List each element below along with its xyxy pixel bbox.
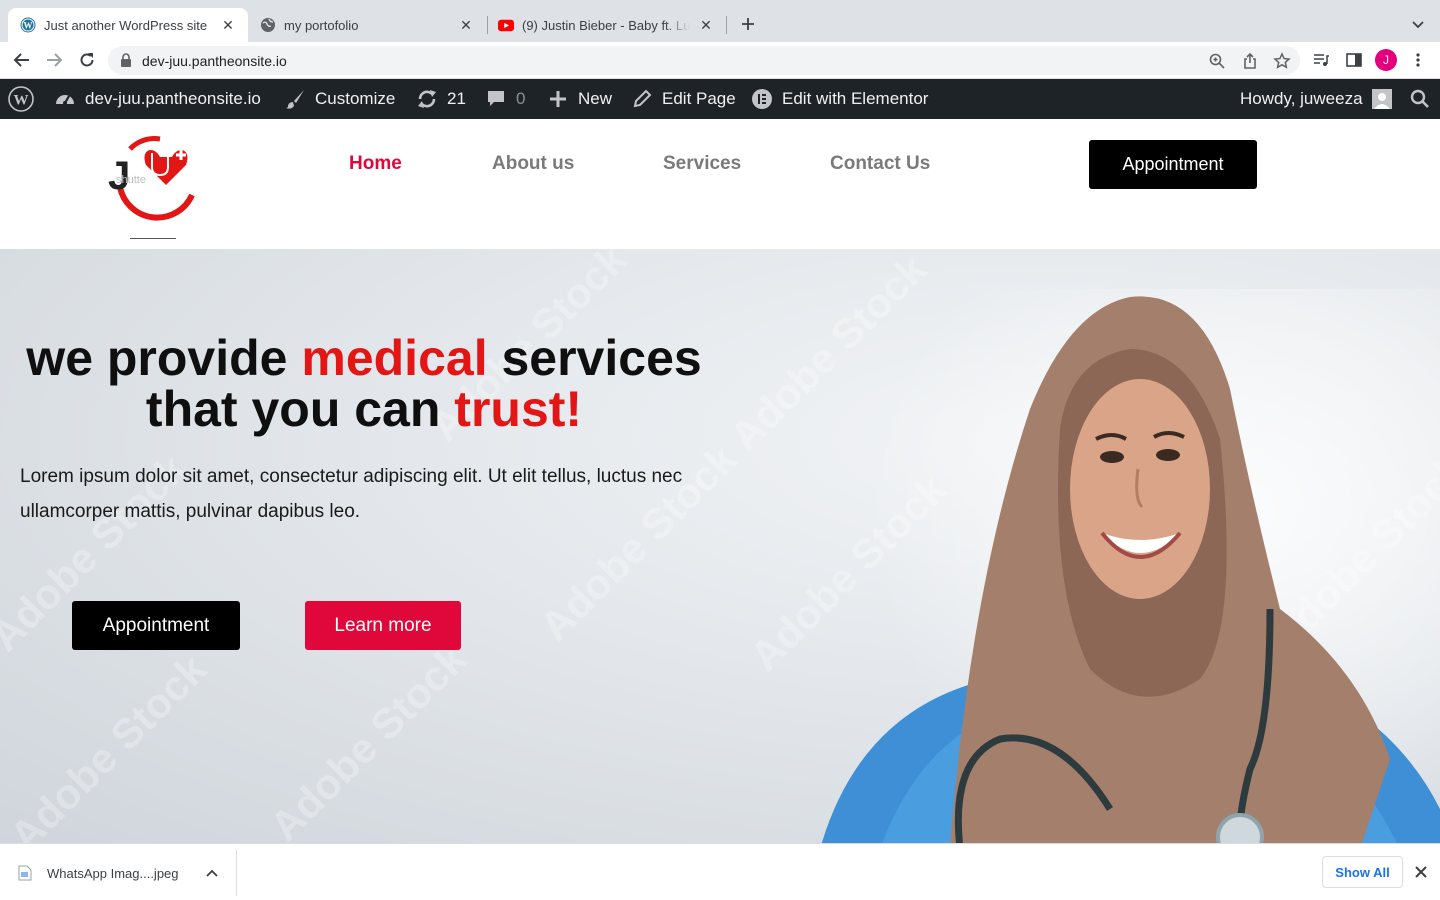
close-icon[interactable]: ✕ — [458, 17, 474, 33]
download-file-name: WhatsApp Imag....jpeg — [47, 865, 179, 881]
nav-home[interactable]: Home — [349, 153, 402, 175]
admin-comments[interactable]: 0 — [485, 79, 525, 119]
comments-count: 0 — [516, 89, 526, 108]
admin-site-name[interactable]: dev-juu.pantheonsite.io — [54, 79, 261, 119]
address-bar[interactable]: dev-juu.pantheonsite.io — [108, 46, 1300, 75]
hero-heading-part1: we provide — [26, 330, 302, 386]
globe-icon — [260, 17, 276, 33]
admin-search-icon[interactable] — [1409, 79, 1431, 119]
menu-kebab-icon[interactable] — [1409, 51, 1427, 69]
logo-watermark: shutte — [116, 174, 146, 186]
hero-heading-part3: that you can — [145, 381, 455, 437]
download-shelf: WhatsApp Imag....jpeg Show All — [0, 843, 1440, 900]
site-header: J shutte Home About us Services Contact … — [0, 119, 1440, 249]
tab-search-chevron-icon[interactable] — [1408, 14, 1428, 34]
youtube-icon — [498, 17, 514, 33]
admin-edit-page-label: Edit Page — [662, 89, 736, 108]
user-avatar-icon — [1371, 89, 1392, 109]
hero-heading-highlight1: medical — [301, 330, 488, 386]
tab-wordpress[interactable]: W Just another WordPress site ✕ — [8, 8, 248, 42]
forward-arrow-icon[interactable] — [44, 50, 64, 70]
hero-heading-part2: services — [487, 330, 702, 386]
tab-youtube[interactable]: (9) Justin Bieber - Baby ft. Ludacris ✕ — [486, 8, 726, 42]
admin-updates[interactable]: 21 — [416, 79, 466, 119]
watermark-text: Adobe Stock — [0, 645, 216, 843]
tab-portfolio[interactable]: my portofolio ✕ — [248, 8, 486, 42]
close-icon[interactable] — [1413, 864, 1429, 880]
side-panel-icon[interactable] — [1345, 51, 1363, 69]
svg-text:W: W — [14, 93, 29, 109]
wp-logo-icon[interactable]: W — [8, 79, 34, 119]
nav-contact-us[interactable]: Contact Us — [830, 153, 930, 175]
hero-appointment-button[interactable]: Appointment — [72, 601, 240, 650]
chevron-up-icon[interactable] — [205, 866, 219, 880]
pencil-icon — [631, 88, 653, 110]
nav-about-us[interactable]: About us — [492, 153, 574, 175]
tab-strip: W Just another WordPress site ✕ my porto… — [0, 0, 1440, 42]
tab-title: my portofolio — [284, 17, 359, 33]
hero-learn-more-button[interactable]: Learn more — [305, 601, 461, 650]
browser-toolbar: dev-juu.pantheonsite.io J — [0, 42, 1440, 79]
dashboard-gauge-icon — [54, 88, 76, 110]
image-file-icon — [18, 865, 32, 881]
hero-heading: we provide medical services that you can… — [0, 333, 728, 435]
site-logo[interactable]: J shutte — [100, 127, 204, 239]
download-item[interactable]: WhatsApp Imag....jpeg — [18, 858, 179, 888]
close-icon[interactable]: ✕ — [698, 17, 714, 33]
bookmark-star-icon[interactable] — [1273, 52, 1291, 70]
admin-new[interactable]: New — [547, 79, 612, 119]
hero-section: Adobe Stock Adobe Stock Adobe Stock Adob… — [0, 249, 1440, 843]
tab-title: (9) Justin Bieber - Baby ft. Ludacris — [522, 17, 690, 33]
share-icon[interactable] — [1241, 52, 1259, 70]
back-arrow-icon[interactable] — [12, 50, 32, 70]
svg-text:W: W — [24, 21, 33, 31]
wordpress-icon: W — [20, 17, 36, 33]
comment-bubble-icon — [485, 88, 507, 110]
paintbrush-icon — [284, 88, 306, 110]
nav-services[interactable]: Services — [663, 153, 741, 175]
divider — [236, 850, 237, 896]
admin-account[interactable]: Howdy, juweeza — [1240, 79, 1392, 119]
tab-divider — [726, 16, 727, 34]
media-control-icon[interactable] — [1312, 51, 1330, 69]
hero-heading-highlight2: trust! — [454, 381, 583, 437]
header-appointment-button[interactable]: Appointment — [1089, 140, 1257, 189]
url-text: dev-juu.pantheonsite.io — [142, 53, 287, 69]
lock-icon[interactable] — [120, 53, 132, 67]
profile-avatar[interactable]: J — [1375, 49, 1397, 71]
reload-icon[interactable] — [77, 50, 97, 70]
admin-edit-elementor[interactable]: Edit with Elementor — [751, 79, 928, 119]
watermark-text: Adobe Stock — [260, 635, 476, 843]
admin-site-name-label: dev-juu.pantheonsite.io — [85, 89, 261, 108]
admin-new-label: New — [578, 89, 613, 108]
plus-icon — [547, 88, 569, 110]
close-icon[interactable]: ✕ — [220, 17, 236, 33]
admin-edit-page[interactable]: Edit Page — [631, 79, 736, 119]
updates-count: 21 — [447, 89, 466, 108]
admin-customize[interactable]: Customize — [284, 79, 395, 119]
new-tab-button[interactable] — [738, 14, 758, 34]
admin-greeting: Howdy, juweeza — [1240, 89, 1363, 108]
zoom-icon[interactable] — [1208, 52, 1226, 70]
elementor-icon — [751, 88, 773, 110]
updates-refresh-icon — [416, 88, 438, 110]
show-all-button[interactable]: Show All — [1322, 856, 1403, 888]
admin-edit-elementor-label: Edit with Elementor — [782, 89, 929, 108]
tab-title: Just another WordPress site — [44, 17, 208, 33]
wp-admin-bar: W dev-juu.pantheonsite.io Customize 21 0… — [0, 79, 1440, 119]
doctor-photo — [800, 289, 1440, 843]
admin-customize-label: Customize — [315, 89, 396, 108]
hero-paragraph: Lorem ipsum dolor sit amet, consectetur … — [20, 466, 683, 522]
